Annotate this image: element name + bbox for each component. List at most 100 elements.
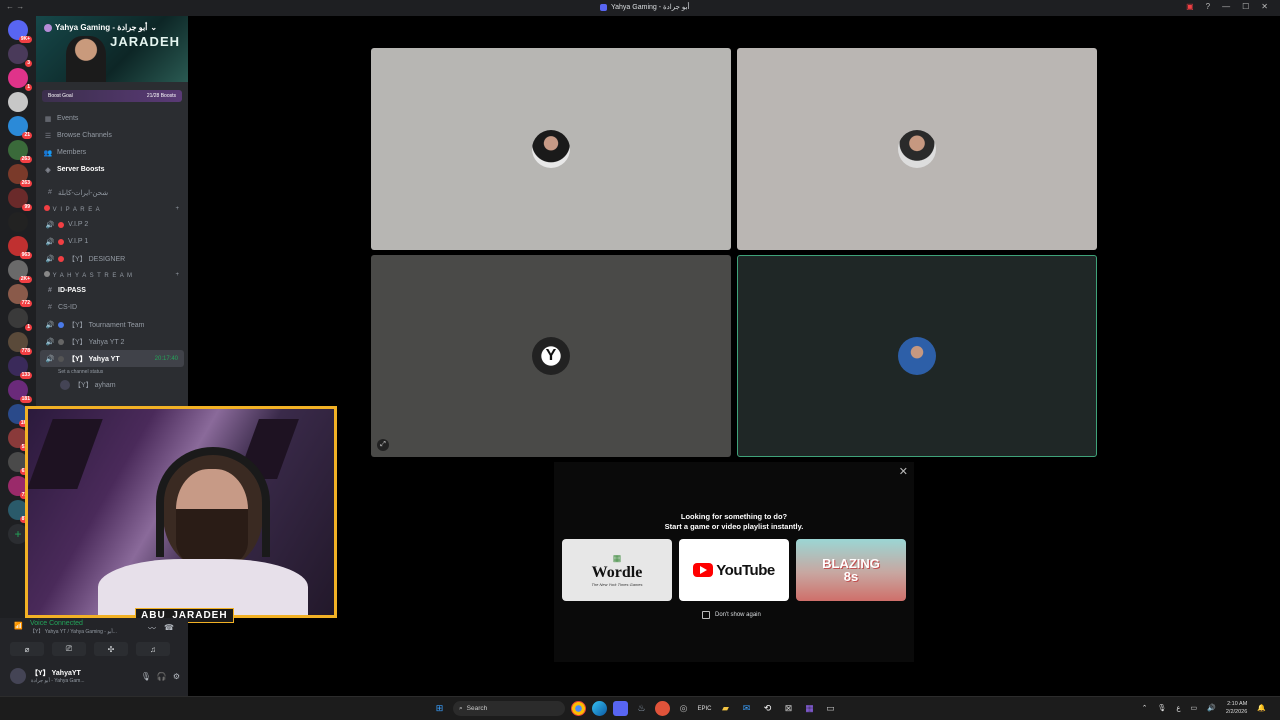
volume-icon[interactable]: 🔊 xyxy=(1207,704,1216,712)
server-icon[interactable]: 3 xyxy=(8,44,32,67)
maximize-button[interactable]: ☐ xyxy=(1242,2,1249,11)
menu-item-browse-channels[interactable]: ☰ Browse Channels xyxy=(36,127,188,144)
mail-icon[interactable]: ✉ xyxy=(739,701,754,716)
wordle-subtitle: The New York Times Games xyxy=(591,582,643,587)
notification-icon[interactable]: 🔔 xyxy=(1257,704,1266,712)
headphones-icon[interactable]: 🎧 xyxy=(157,672,167,681)
language-indicator[interactable]: ع xyxy=(1176,704,1180,712)
file-explorer-icon[interactable]: ▰ xyxy=(718,701,733,716)
video-tile-2[interactable] xyxy=(737,48,1097,250)
steam-icon[interactable]: ♨ xyxy=(634,701,649,716)
voice-user-panel: 📶 Voice Connected 【Y】 Yahya YT / Yahya G… xyxy=(0,618,188,696)
xbox-icon[interactable]: ⊠ xyxy=(781,701,796,716)
channel[interactable]: # CS-ID xyxy=(36,299,188,316)
server-icon[interactable] xyxy=(8,92,28,112)
server-icon[interactable]: 1 xyxy=(8,68,32,91)
soundboard-button[interactable]: ♫ xyxy=(136,642,170,656)
voice-status[interactable]: Voice Connected xyxy=(30,620,83,627)
server-icon[interactable]: 772 xyxy=(8,284,32,307)
speaker-icon: 🔊 xyxy=(45,238,55,246)
channel[interactable]: 🔊 【Y】 Tournament Team xyxy=(36,316,188,333)
microphone-tray-icon[interactable]: 🎙 xyxy=(1157,704,1166,712)
channel-status-hint[interactable]: Set a channel status xyxy=(36,367,188,376)
server-banner[interactable]: Yahya Gaming - أبو جرادة ⌄ JARADEH xyxy=(36,16,188,82)
server-icon[interactable]: 99 xyxy=(8,188,32,211)
close-icon[interactable]: ✕ xyxy=(899,465,908,478)
server-icon[interactable]: 263 xyxy=(8,164,32,187)
boost-goal-bar[interactable]: Boost Goal 21/28 Boosts xyxy=(42,90,182,102)
voice-member[interactable]: 【Y】 ayham xyxy=(36,376,188,393)
checkbox-box[interactable] xyxy=(702,611,710,619)
user-panel[interactable]: 【Y】 YahyaYT أبو جرادة - Yahya Gam... 🎙 🎧… xyxy=(10,668,180,684)
hash-icon: # xyxy=(48,287,52,294)
noise-icon[interactable]: 〰 xyxy=(148,623,156,634)
category-stream[interactable]: Y A H Y A S T R E A M + xyxy=(36,267,188,282)
close-button[interactable]: ✕ xyxy=(1261,2,1268,11)
screen-share-button[interactable]: ⎚ xyxy=(52,642,86,656)
windows-start-icon[interactable]: ⊞ xyxy=(432,701,447,716)
capcut-icon[interactable]: ⟲ xyxy=(760,701,775,716)
activities-button[interactable]: ✣ xyxy=(94,642,128,656)
grid-app-icon[interactable]: ▦ xyxy=(802,701,817,716)
soundboard-icon: ♫ xyxy=(150,644,156,654)
server-name[interactable]: Yahya Gaming - أبو جرادة ⌄ xyxy=(44,23,157,32)
inbox-icon[interactable]: ▣ xyxy=(1186,2,1194,11)
server-icon[interactable]: 1 xyxy=(8,308,32,331)
disconnect-icon[interactable]: ☎ xyxy=(164,623,174,632)
app-icon[interactable]: ◎ xyxy=(676,701,691,716)
youtube-card[interactable]: YouTube xyxy=(679,539,789,601)
server-icon[interactable]: 778 xyxy=(8,332,32,355)
server-icon[interactable]: 2K+ xyxy=(8,260,32,283)
add-channel-icon[interactable]: + xyxy=(175,206,180,212)
help-icon[interactable]: ? xyxy=(1206,2,1210,11)
network-icon[interactable]: ▭ xyxy=(1191,704,1198,712)
server-icon[interactable]: 181 xyxy=(8,380,32,403)
popup-subtitle: Start a game or video playlist instantly… xyxy=(664,522,804,531)
youtube-title: YouTube xyxy=(716,561,775,579)
menu-item-members[interactable]: 👥 Members xyxy=(36,144,188,161)
dont-show-again-checkbox[interactable]: Don't show again xyxy=(702,611,761,619)
server-icon[interactable]: 963 xyxy=(8,236,32,259)
terminal-icon[interactable]: ▭ xyxy=(823,701,838,716)
video-tile-3[interactable]: Y ⤢ xyxy=(371,255,731,457)
server-icon[interactable] xyxy=(8,212,28,232)
taskbar-search[interactable]: ⌕ Search xyxy=(453,701,565,716)
category-vip[interactable]: V I P A R E A + xyxy=(36,201,188,216)
camera-button[interactable]: ⌀ xyxy=(10,642,44,656)
menu-item-server-boosts[interactable]: ◈ Server Boosts xyxy=(36,161,188,178)
active-voice-channel[interactable]: 🔊 【Y】 Yahya YT 20:17:40 xyxy=(40,350,184,367)
gear-icon[interactable]: ⚙ xyxy=(173,672,180,681)
channel-top[interactable]: # شحن-ايرات-كابلة xyxy=(36,184,188,201)
nav-arrows[interactable]: ← → xyxy=(6,2,24,11)
video-tile-4[interactable] xyxy=(737,255,1097,457)
add-channel-icon[interactable]: + xyxy=(175,272,180,278)
server-icon[interactable]: 263 xyxy=(8,140,32,163)
voice-channel[interactable]: 🔊 【Y】 DESIGNER xyxy=(36,250,188,267)
channel[interactable]: # ID-PASS xyxy=(36,282,188,299)
voice-channel[interactable]: 🔊 V.I.P 2 xyxy=(36,216,188,233)
minimize-button[interactable]: — xyxy=(1222,2,1230,11)
clock[interactable]: 2:10 AM 2/2/2026 xyxy=(1226,700,1247,716)
menu-item-events[interactable]: ▦ Events xyxy=(36,110,188,127)
epic-games-icon[interactable]: EPIC xyxy=(697,701,712,716)
camera-off-icon: ⌀ xyxy=(24,644,30,654)
voice-channel[interactable]: 🔊 V.I.P 1 xyxy=(36,233,188,250)
search-icon: ⌕ xyxy=(459,704,463,712)
banner-logo: JARADEH xyxy=(110,34,180,49)
microphone-icon[interactable]: 🎙 xyxy=(141,672,151,681)
blazing-8s-card[interactable]: BLAZING 8s xyxy=(796,539,906,601)
chrome-icon[interactable] xyxy=(571,701,586,716)
server-icon[interactable]: 9K+ xyxy=(8,20,32,43)
obs-icon[interactable] xyxy=(655,701,670,716)
screen-share-icon: ⎚ xyxy=(65,644,73,653)
server-icon[interactable]: 133 xyxy=(8,356,32,379)
voice-location[interactable]: 【Y】 Yahya YT / Yahya Gaming - أبو... xyxy=(30,628,117,635)
server-icon[interactable]: 21 xyxy=(8,116,32,139)
chevron-up-icon[interactable]: ⌃ xyxy=(1142,704,1148,712)
fullscreen-icon[interactable]: ⤢ xyxy=(377,439,389,451)
channel[interactable]: 🔊 【Y】 Yahya YT 2 xyxy=(36,333,188,350)
wordle-card[interactable]: ▦ Wordle The New York Times Games xyxy=(562,539,672,601)
discord-taskbar-icon[interactable] xyxy=(613,701,628,716)
edge-icon[interactable] xyxy=(592,701,607,716)
video-tile-1[interactable] xyxy=(371,48,731,250)
